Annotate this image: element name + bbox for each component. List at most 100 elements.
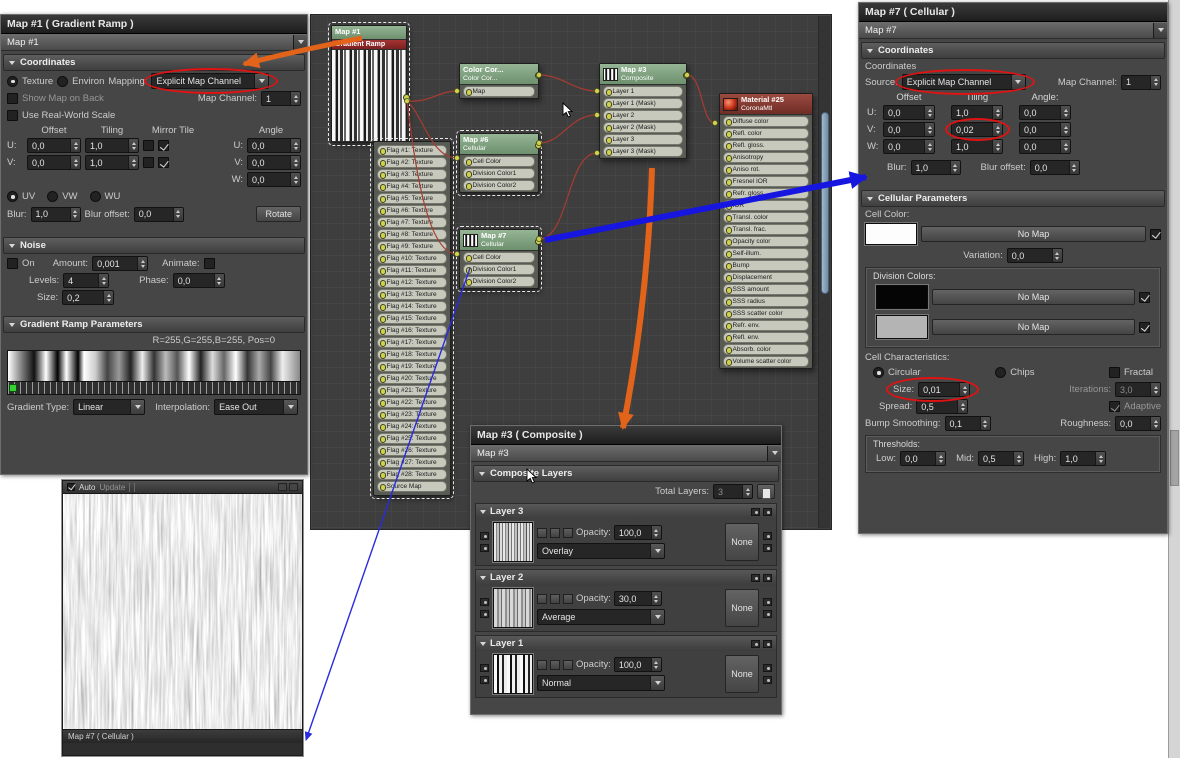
layer-options-icon[interactable] — [763, 574, 772, 582]
node-input-slot[interactable]: Division Color1 — [463, 264, 535, 275]
tiling-spinner[interactable]: 1,0 — [951, 105, 1003, 120]
opacity-spinner[interactable]: 30,0 — [614, 591, 662, 606]
node-material25-coronamtl[interactable]: Material #25 CoronaMtl Diffuse color Refl… — [719, 93, 813, 369]
show-map-on-back-checkbox[interactable] — [7, 93, 18, 104]
node-input-slot[interactable]: SSS amount — [723, 284, 809, 295]
node-input-slot[interactable]: Division Color2 — [463, 276, 535, 287]
mask-options-icon[interactable] — [763, 544, 772, 552]
node-input-slot[interactable]: Layer 2 — [603, 110, 683, 121]
mask-menu-icon[interactable] — [763, 598, 772, 606]
uv-radio[interactable] — [7, 191, 18, 202]
node-input-slot[interactable]: Flag #2: Texture — [377, 157, 447, 168]
node-input-slot[interactable]: Flag #18: Texture — [377, 349, 447, 360]
node-input-slot[interactable]: Cell Color — [463, 156, 535, 167]
delete-layer-icon[interactable] — [563, 660, 573, 670]
dropdown-arrow-icon[interactable] — [1153, 23, 1167, 38]
fractal-checkbox[interactable] — [1109, 367, 1120, 378]
node-input-slot[interactable]: Flag #8: Texture — [377, 229, 447, 240]
roughness-spinner[interactable]: 0,0 — [1115, 416, 1161, 431]
node-input-slot[interactable]: Flag #19: Texture — [377, 361, 447, 372]
node-map1-gradient-ramp[interactable]: Map #1 Gradient Ramp — [331, 25, 407, 143]
angle-spinner[interactable]: 0,0 — [1019, 122, 1071, 137]
node-input-slot[interactable]: Anisotropy — [723, 152, 809, 163]
duplicate-layer-icon[interactable] — [550, 660, 560, 670]
node-input-slot[interactable]: Flag #24: Texture — [377, 421, 447, 432]
node-input-slot[interactable]: Flag #6: Texture — [377, 205, 447, 216]
node-input-slot[interactable]: Self-illum. — [723, 248, 809, 259]
node-map3-composite[interactable]: Map #3 Composite Layer 1Layer 1 (Mask)La… — [599, 63, 687, 159]
high-spinner[interactable]: 1,0 — [1060, 451, 1106, 466]
node-map3-output-socket[interactable] — [683, 72, 690, 79]
u-mirror-checkbox[interactable] — [143, 140, 154, 151]
division-color2-map-button[interactable]: No Map — [932, 319, 1135, 335]
node-input-slot[interactable]: Flag #22: Texture — [377, 397, 447, 408]
node-colorcor-header[interactable]: Color Cor... Color Cor... — [460, 64, 538, 85]
blur-offset-spinner[interactable]: 0,0 — [1030, 160, 1080, 175]
node-input-slot[interactable]: Opacity color — [723, 236, 809, 247]
map-channel-spinner[interactable]: 1 — [1121, 75, 1161, 90]
interpolation-dropdown[interactable]: Ease Out — [214, 399, 298, 415]
map-selector-dropdown[interactable]: Map #7 — [859, 22, 1167, 39]
low-spinner[interactable]: 0,0 — [900, 451, 946, 466]
bump-smoothing-spinner[interactable]: 0,1 — [945, 416, 991, 431]
color-correction-icon[interactable] — [537, 594, 547, 604]
layer-visibility-toggle[interactable] — [480, 664, 489, 672]
node-input-slot[interactable]: Transl. frac. — [723, 224, 809, 235]
node-input-slot[interactable]: Layer 1 (Mask) — [603, 98, 683, 109]
mask-visibility-toggle[interactable] — [480, 676, 489, 684]
levels-spinner[interactable]: 4 — [63, 273, 109, 288]
node-colorcor-output-socket[interactable] — [535, 72, 542, 79]
node-input-slot[interactable]: Flag #17: Texture — [377, 337, 447, 348]
texture-radio[interactable] — [7, 76, 18, 87]
variation-spinner[interactable]: 0,0 — [1007, 248, 1063, 263]
gradient-ramp-bar[interactable] — [8, 351, 300, 381]
blend-mode-dropdown[interactable]: Average — [537, 609, 665, 625]
rollout-coordinates[interactable]: Coordinates — [861, 42, 1165, 59]
close-icon[interactable] — [289, 483, 298, 491]
map-selector-dropdown[interactable]: Map #1 — [1, 34, 307, 51]
cell-color-swatch[interactable] — [865, 223, 917, 245]
mask-options-icon[interactable] — [763, 610, 772, 618]
use-real-world-scale-checkbox[interactable] — [7, 110, 18, 121]
map-selector-dropdown[interactable]: Map #3 — [471, 445, 781, 462]
layer-thumbnail[interactable] — [493, 588, 533, 628]
offset-spinner[interactable]: 0,0 — [883, 122, 935, 137]
map-channel-spinner[interactable]: 1 — [261, 91, 301, 106]
node-input-slot[interactable]: Layer 3 — [603, 134, 683, 145]
node-material-header[interactable]: Material #25 CoronaMtl — [720, 94, 812, 115]
layer-options-icon[interactable] — [763, 640, 772, 648]
layer-menu-icon[interactable] — [751, 574, 760, 582]
layer-header[interactable]: Layer 3 — [476, 504, 776, 519]
v-tile-checkbox[interactable] — [158, 157, 169, 168]
node-input-slot[interactable]: Layer 1 — [603, 86, 683, 97]
node-input-slot[interactable]: Refr. env. — [723, 320, 809, 331]
blur-spinner[interactable]: 1,0 — [31, 207, 81, 222]
division-color2-enable-checkbox[interactable] — [1139, 322, 1150, 333]
mask-menu-icon[interactable] — [763, 532, 772, 540]
add-layer-button[interactable] — [757, 484, 775, 499]
v-tiling-spinner[interactable]: 1,0 — [85, 155, 139, 170]
node-input-slot[interactable]: Absorb. color — [723, 344, 809, 355]
dropdown-arrow-icon[interactable] — [767, 446, 781, 461]
node-input-slot[interactable]: Flag #16: Texture — [377, 325, 447, 336]
opacity-spinner[interactable]: 100,0 — [614, 525, 662, 540]
u-offset-spinner[interactable]: 0,0 — [27, 138, 81, 153]
update-button[interactable]: Update — [99, 483, 125, 492]
auto-update-checkbox[interactable] — [67, 483, 75, 491]
mask-visibility-toggle[interactable] — [480, 610, 489, 618]
dropdown-arrow-icon[interactable] — [130, 400, 144, 414]
animate-checkbox[interactable] — [204, 258, 215, 269]
angle-spinner[interactable]: 0,0 — [1019, 139, 1071, 154]
node-input-slot[interactable]: Fresnel IOR — [723, 176, 809, 187]
node-input-slot[interactable]: Refl. env. — [723, 332, 809, 343]
node-input-slot[interactable]: Diffuse color — [723, 116, 809, 127]
editor-scrollbar-handle[interactable] — [821, 112, 829, 294]
node-input-slot[interactable]: IOR — [723, 200, 809, 211]
blur-spinner[interactable]: 1,0 — [911, 160, 961, 175]
vw-radio[interactable] — [47, 191, 58, 202]
cell-color-map-button[interactable]: No Map — [921, 226, 1146, 242]
node-input-slot[interactable]: Flag #28: Texture — [377, 469, 447, 480]
node-input-slot[interactable]: Flag #9: Texture — [377, 241, 447, 252]
spread-spinner[interactable]: 0,5 — [916, 399, 968, 414]
gradient-flag-markers[interactable] — [8, 381, 300, 394]
